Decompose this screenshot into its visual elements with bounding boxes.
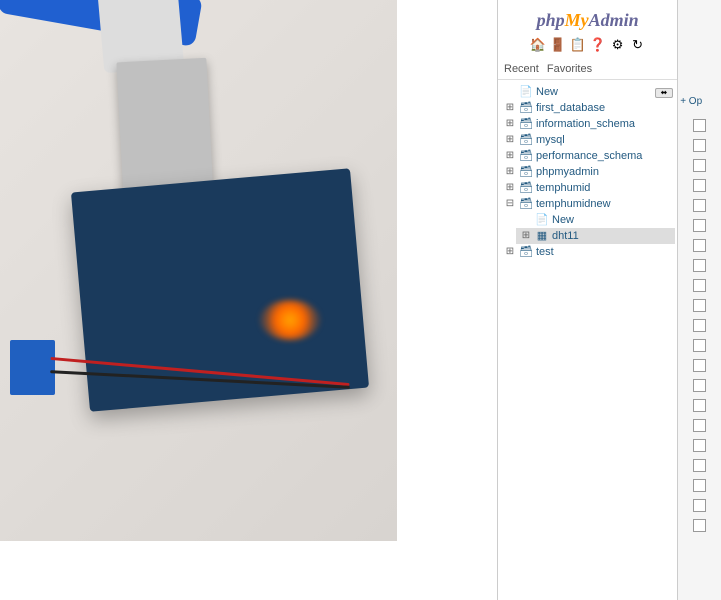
collapse-icon[interactable]: ⬌ bbox=[655, 88, 673, 98]
expand-icon[interactable]: ⊞ bbox=[520, 230, 532, 242]
checkbox[interactable] bbox=[693, 459, 706, 472]
table-icon: ▦ bbox=[535, 229, 549, 243]
checkbox[interactable] bbox=[693, 379, 706, 392]
tree-item-label: temphumid bbox=[536, 182, 590, 194]
tree-db-mysql[interactable]: ⊞ 🗃 mysql bbox=[500, 132, 675, 148]
database-icon: 🗃 bbox=[519, 197, 533, 211]
expand-icon[interactable]: ⊞ bbox=[504, 134, 516, 146]
checkbox[interactable] bbox=[693, 399, 706, 412]
checkbox[interactable] bbox=[693, 319, 706, 332]
database-icon: 🗃 bbox=[519, 101, 533, 115]
spacer-icon bbox=[504, 86, 516, 98]
logo-my: My bbox=[565, 10, 589, 30]
collapse-icon[interactable]: ⊟ bbox=[504, 198, 516, 210]
checkbox[interactable] bbox=[693, 439, 706, 452]
pma-toolbar: 🏠 🚪 📋 ❓ ⚙ ↻ bbox=[498, 35, 677, 59]
spacer-icon bbox=[520, 214, 532, 226]
expand-icon[interactable]: ⊞ bbox=[504, 246, 516, 258]
logo-admin: Admin bbox=[589, 10, 639, 30]
tree-item-label: phpmyadmin bbox=[536, 166, 599, 178]
tree-item-label: dht11 bbox=[552, 230, 579, 242]
checkbox[interactable] bbox=[693, 219, 706, 232]
tree-db-temphumid[interactable]: ⊞ 🗃 temphumid bbox=[500, 180, 675, 196]
tree-item-label: first_database bbox=[536, 102, 605, 114]
checkbox[interactable] bbox=[693, 239, 706, 252]
database-icon: 🗃 bbox=[519, 149, 533, 163]
tab-favorites[interactable]: Favorites bbox=[547, 61, 592, 77]
new-icon: 📄 bbox=[535, 213, 549, 227]
logo-php: php bbox=[537, 10, 565, 30]
jumper-wires bbox=[50, 370, 390, 470]
pma-logo[interactable]: phpMyAdmin bbox=[498, 0, 677, 35]
expand-icon[interactable]: ⊞ bbox=[504, 118, 516, 130]
tree-item-label: temphumidnew bbox=[536, 198, 611, 210]
tree-db-information_schema[interactable]: ⊞ 🗃 information_schema bbox=[500, 116, 675, 132]
tree-children-temphumidnew: 📄 New ⊞ ▦ dht11 bbox=[500, 212, 675, 244]
dht11-sensor bbox=[10, 340, 55, 395]
right-strip: + Op bbox=[677, 0, 721, 600]
checkbox[interactable] bbox=[693, 479, 706, 492]
options-link[interactable]: + Op bbox=[680, 96, 720, 107]
database-icon: 🗃 bbox=[519, 117, 533, 131]
tab-recent[interactable]: Recent bbox=[504, 61, 539, 77]
spacer bbox=[397, 0, 497, 600]
reload-icon[interactable]: ↻ bbox=[630, 37, 646, 53]
tree-db-performance_schema[interactable]: ⊞ 🗃 performance_schema bbox=[500, 148, 675, 164]
tree-new[interactable]: 📄 New bbox=[500, 84, 675, 100]
checkbox[interactable] bbox=[693, 259, 706, 272]
checkbox[interactable] bbox=[693, 119, 706, 132]
pma-tabs: Recent Favorites bbox=[498, 59, 677, 80]
tree-item-label: information_schema bbox=[536, 118, 635, 130]
checkbox[interactable] bbox=[693, 519, 706, 532]
checkbox[interactable] bbox=[693, 199, 706, 212]
checkbox[interactable] bbox=[693, 139, 706, 152]
expand-icon[interactable]: ⊞ bbox=[504, 182, 516, 194]
expand-icon[interactable]: ⊞ bbox=[504, 150, 516, 162]
checkbox[interactable] bbox=[693, 419, 706, 432]
tree-db-first_database[interactable]: ⊞ 🗃 first_database bbox=[500, 100, 675, 116]
checkbox[interactable] bbox=[693, 159, 706, 172]
tree-db-test[interactable]: ⊞ 🗃 test bbox=[500, 244, 675, 260]
tree-item-label: test bbox=[536, 246, 554, 258]
database-icon: 🗃 bbox=[519, 181, 533, 195]
checkbox[interactable] bbox=[693, 299, 706, 312]
tree-table-dht11[interactable]: ⊞ ▦ dht11 bbox=[516, 228, 675, 244]
query-icon[interactable]: 📋 bbox=[570, 37, 586, 53]
tree-db-temphumidnew[interactable]: ⊟ 🗃 temphumidnew bbox=[500, 196, 675, 212]
logout-icon[interactable]: 🚪 bbox=[550, 37, 566, 53]
new-icon: 📄 bbox=[519, 85, 533, 99]
tree-item-label: New bbox=[552, 214, 574, 226]
checkbox[interactable] bbox=[693, 179, 706, 192]
database-tree: 📄 New ⊞ 🗃 first_database ⊞ 🗃 information… bbox=[498, 80, 677, 264]
phpmyadmin-panel: phpMyAdmin 🏠 🚪 📋 ❓ ⚙ ↻ Recent Favorites … bbox=[497, 0, 721, 600]
database-icon: 🗃 bbox=[519, 165, 533, 179]
home-icon[interactable]: 🏠 bbox=[530, 37, 546, 53]
database-icon: 🗃 bbox=[519, 133, 533, 147]
hardware-photo bbox=[0, 0, 397, 541]
checkbox[interactable] bbox=[693, 279, 706, 292]
database-icon: 🗃 bbox=[519, 245, 533, 259]
checkbox[interactable] bbox=[693, 499, 706, 512]
led-glow bbox=[260, 300, 320, 340]
expand-icon[interactable]: ⊞ bbox=[504, 102, 516, 114]
checkbox[interactable] bbox=[693, 359, 706, 372]
tree-item-label: mysql bbox=[536, 134, 565, 146]
checkbox[interactable] bbox=[693, 339, 706, 352]
expand-icon[interactable]: ⊞ bbox=[504, 166, 516, 178]
settings-icon[interactable]: ⚙ bbox=[610, 37, 626, 53]
tree-new-table[interactable]: 📄 New bbox=[516, 212, 675, 228]
docs-icon[interactable]: ❓ bbox=[590, 37, 606, 53]
checkbox-stack bbox=[693, 116, 706, 532]
pma-sidebar: phpMyAdmin 🏠 🚪 📋 ❓ ⚙ ↻ Recent Favorites … bbox=[498, 0, 677, 600]
tree-item-label: New bbox=[536, 86, 558, 98]
tree-item-label: performance_schema bbox=[536, 150, 642, 162]
tree-db-phpmyadmin[interactable]: ⊞ 🗃 phpmyadmin bbox=[500, 164, 675, 180]
